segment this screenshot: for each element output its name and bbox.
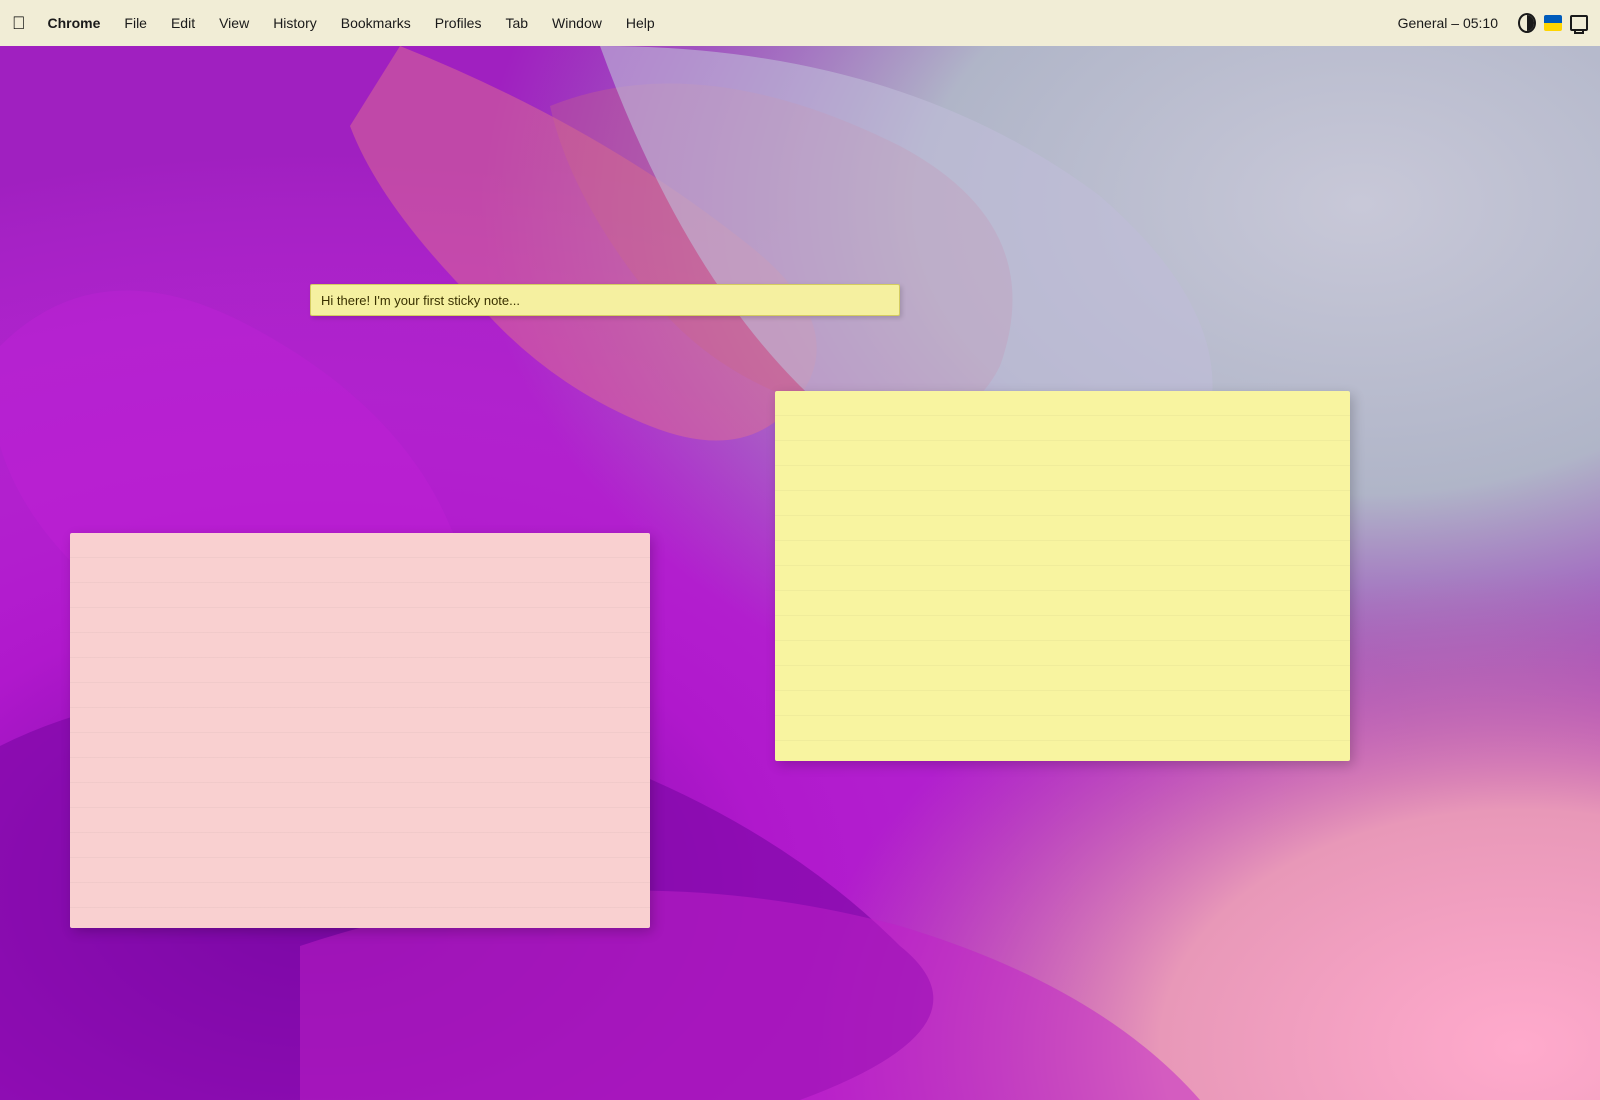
sticky-note-pink[interactable]	[70, 533, 650, 928]
menubar-window[interactable]: Window	[540, 11, 614, 35]
menubar-edit[interactable]: Edit	[159, 11, 207, 35]
menubar-view[interactable]: View	[207, 11, 261, 35]
globe-icon	[1518, 13, 1536, 33]
menubar-bookmarks[interactable]: Bookmarks	[329, 11, 423, 35]
menubar-chrome[interactable]: Chrome	[36, 11, 113, 35]
sticky-note-small-text: Hi there! I'm your first sticky note...	[321, 293, 520, 308]
menubar-file[interactable]: File	[112, 11, 159, 35]
menubar-right: General – 05:10	[1386, 11, 1588, 35]
menubar-history[interactable]: History	[261, 11, 329, 35]
menubar-profiles[interactable]: Profiles	[423, 11, 494, 35]
ukraine-flag-bottom	[1544, 23, 1562, 31]
screen-record-icon[interactable]	[1570, 14, 1588, 32]
sticky-note-small[interactable]: Hi there! I'm your first sticky note...	[310, 284, 900, 316]
apple-menu[interactable]: 	[12, 13, 26, 34]
globe-icon-container[interactable]	[1518, 14, 1536, 32]
ukraine-flag-top	[1544, 15, 1562, 23]
ukraine-flag-icon[interactable]	[1544, 14, 1562, 32]
screen-record-shape	[1570, 15, 1588, 31]
menubar:  Chrome File Edit View History Bookmark…	[0, 0, 1600, 46]
desktop: Hi there! I'm your first sticky note...	[0, 46, 1600, 1100]
menubar-help[interactable]: Help	[614, 11, 667, 35]
menubar-tab[interactable]: Tab	[493, 11, 540, 35]
menubar-clock: General – 05:10	[1386, 11, 1510, 35]
sticky-note-yellow[interactable]	[775, 391, 1350, 761]
